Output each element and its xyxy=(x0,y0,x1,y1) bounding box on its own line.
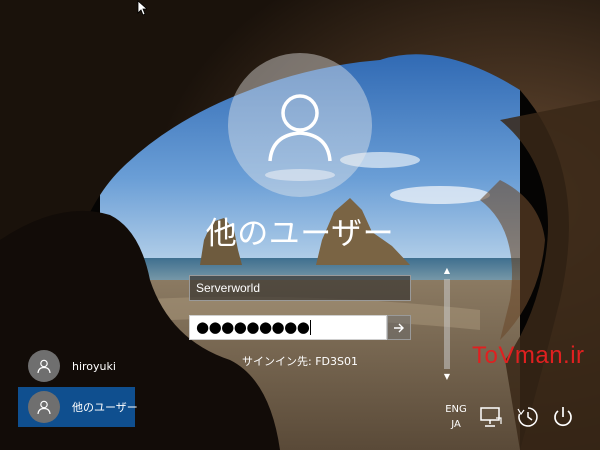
scrollbar[interactable]: ▲ ▼ xyxy=(441,265,453,383)
language-code: ENG xyxy=(445,404,467,415)
account-name-title: 他のユーザー xyxy=(205,216,395,252)
user-avatar xyxy=(228,53,372,197)
power-button[interactable] xyxy=(548,402,578,432)
sign-in-target: サインイン先: FD3S01 xyxy=(242,355,358,368)
scroll-down-icon[interactable]: ▼ xyxy=(441,371,453,383)
scroll-thumb[interactable] xyxy=(444,279,450,369)
avatar xyxy=(28,350,60,382)
lock-screen: 他のユーザー ●●●●●●●●● サインイン先: FD3S01 ▲ ▼ ToVm… xyxy=(0,0,600,450)
password-input[interactable]: ●●●●●●●●● xyxy=(189,315,387,340)
ease-of-access-button[interactable] xyxy=(513,402,543,432)
user-tile-label: 他のユーザー xyxy=(72,401,138,414)
language-switcher[interactable]: ENG JA xyxy=(442,402,470,432)
watermark: ToVman.ir xyxy=(472,342,585,369)
network-button[interactable] xyxy=(476,402,506,432)
username-input[interactable] xyxy=(189,275,411,301)
scroll-up-icon[interactable]: ▲ xyxy=(441,265,453,277)
network-icon xyxy=(480,407,502,427)
user-tile-other-user[interactable]: 他のユーザー xyxy=(18,387,138,427)
user-tile-hiroyuki[interactable]: hiroyuki xyxy=(18,346,135,386)
avatar xyxy=(28,391,60,423)
arrow-right-icon xyxy=(394,323,404,332)
ease-of-access-icon xyxy=(517,407,538,427)
submit-button[interactable] xyxy=(387,315,411,340)
user-tile-label: hiroyuki xyxy=(72,359,116,373)
user-icon xyxy=(37,400,51,415)
mouse-cursor-icon xyxy=(137,0,147,16)
password-mask: ●●●●●●●●● xyxy=(196,318,310,336)
user-icon xyxy=(268,94,332,162)
input-method: JA xyxy=(451,419,461,430)
user-icon xyxy=(37,359,51,374)
power-icon xyxy=(554,407,572,427)
text-caret xyxy=(310,320,312,335)
